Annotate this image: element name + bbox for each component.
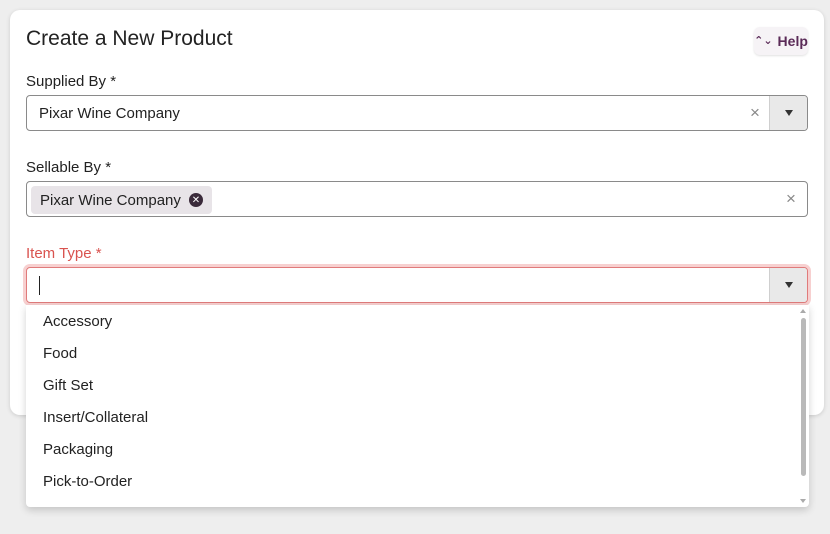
option-packaging[interactable]: Packaging [43,441,113,458]
sellable-by-multiselect[interactable]: Pixar Wine Company ✕ × [26,181,808,217]
option-food[interactable]: Food [43,345,77,362]
chip-remove-icon[interactable]: ✕ [188,193,203,207]
help-button[interactable]: ⌃⌄ Help [754,27,808,55]
option-accessory[interactable]: Accessory [43,313,112,330]
sellable-by-chip: Pixar Wine Company ✕ [31,186,212,214]
scroll-up-icon[interactable] [800,309,806,313]
caret-down-icon [784,110,793,116]
item-type-options-menu: Accessory Food Gift Set Insert/Collatera… [26,305,809,507]
caret-down-icon [784,282,793,288]
supplied-by-value: Pixar Wine Company [39,105,180,122]
page-title: Create a New Product [26,27,233,50]
chevron-up-down-icon: ⌃⌄ [754,34,773,47]
scroll-thumb[interactable] [801,318,806,476]
option-pick-to-order[interactable]: Pick-to-Order [43,473,132,490]
supplied-by-clear-icon[interactable]: × [750,103,760,123]
supplied-by-label: Supplied By * [26,73,117,90]
supplied-by-select[interactable]: Pixar Wine Company × [26,95,808,131]
sellable-by-label: Sellable By * [26,159,112,176]
sellable-by-clear-icon[interactable]: × [786,189,796,209]
options-scrollbar[interactable] [798,305,809,507]
sellable-by-chip-label: Pixar Wine Company [40,191,181,209]
option-gift-set[interactable]: Gift Set [43,377,93,394]
help-button-label: Help [777,33,808,49]
scroll-down-icon[interactable] [800,499,806,503]
option-insert-collateral[interactable]: Insert/Collateral [43,409,148,426]
item-type-dropdown-toggle[interactable] [769,268,807,302]
supplied-by-dropdown-toggle[interactable] [769,96,807,130]
item-type-select[interactable] [26,267,808,303]
text-cursor [39,276,40,295]
item-type-label: Item Type * [26,245,102,262]
